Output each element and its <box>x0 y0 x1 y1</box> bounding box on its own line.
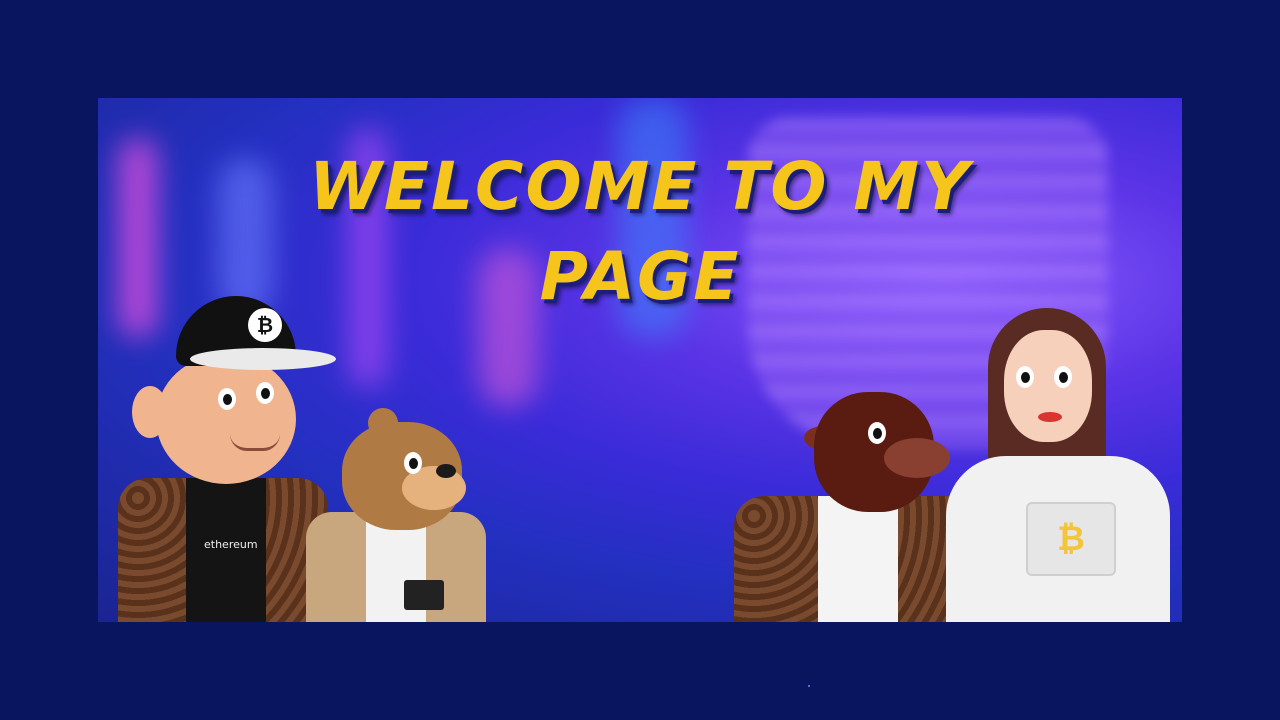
bull-avatar <box>734 392 978 622</box>
snout <box>884 438 950 478</box>
eye <box>1054 366 1072 388</box>
face <box>1004 330 1092 442</box>
monkey-avatar: ethereum ₿ <box>118 294 336 622</box>
eye <box>218 388 236 410</box>
page: Welcome to my page ethereum ₿ <box>0 0 1280 720</box>
credit-card-icon <box>404 580 444 610</box>
shirt <box>818 496 898 622</box>
headline: Welcome to my page <box>309 148 971 315</box>
eye <box>1016 366 1034 388</box>
welcome-banner: Welcome to my page ethereum ₿ <box>98 98 1182 622</box>
eye <box>404 452 422 474</box>
nose <box>436 464 456 478</box>
head <box>156 354 296 484</box>
lips <box>1038 412 1062 422</box>
dot <box>808 685 810 687</box>
eye <box>868 422 886 444</box>
bitcoin-icon: ₿ <box>1026 502 1116 576</box>
bear-avatar <box>306 404 486 622</box>
cap-brim <box>190 348 336 370</box>
eye <box>256 382 274 404</box>
shirt-text: ethereum <box>204 538 258 551</box>
bitcoin-icon: ₿ <box>248 308 282 342</box>
girl-avatar: ₿ <box>946 308 1170 622</box>
